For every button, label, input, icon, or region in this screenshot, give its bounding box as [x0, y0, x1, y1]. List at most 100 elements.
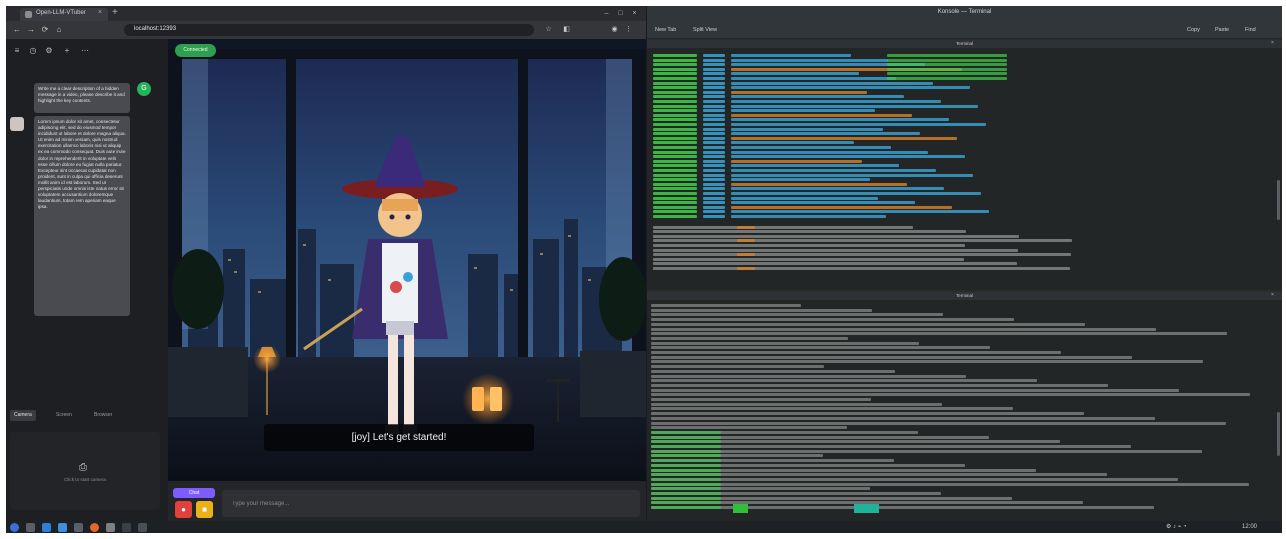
profile-icon[interactable]: ◉ [610, 25, 619, 34]
maximize-button[interactable]: □ [616, 9, 625, 18]
browser-tab[interactable]: Open-LLM-VTuber × [20, 8, 108, 21]
pane-title: Terminal [955, 41, 973, 46]
terminal-line [887, 63, 1007, 67]
terminal-line [731, 136, 957, 140]
terminal-line [703, 159, 725, 163]
terminal-line [653, 262, 1017, 266]
terminal-line [653, 127, 697, 131]
tab-screen[interactable]: Screen [52, 410, 76, 421]
terminal-line [653, 239, 1072, 243]
taskbar-app-icon[interactable] [138, 523, 147, 532]
split-view-button[interactable]: Split View [693, 25, 717, 35]
terminal-line [887, 58, 1007, 62]
find-button[interactable]: Find [1245, 25, 1256, 35]
terminal-line [731, 192, 981, 195]
new-tab-terminal-button[interactable]: New Tab [655, 25, 676, 35]
terminal-icon[interactable] [122, 523, 131, 532]
interrupt-button[interactable]: ■ [196, 501, 213, 518]
bookmark-icon[interactable]: ☆ [544, 25, 553, 34]
minimize-button[interactable]: – [602, 9, 611, 18]
terminal-line [653, 196, 697, 200]
message-input[interactable] [232, 497, 532, 510]
scrollbar[interactable] [1277, 180, 1280, 220]
message-input-box[interactable] [222, 490, 640, 517]
character-stage[interactable]: Connected [joy] Let's get started! [168, 39, 646, 481]
close-tab-icon[interactable]: × [98, 9, 102, 16]
paste-button[interactable]: Paste [1215, 25, 1229, 35]
terminal-line [731, 215, 886, 218]
taskbar-app-icon[interactable] [58, 523, 67, 532]
terminal-line [653, 109, 697, 113]
terminal-line [653, 104, 697, 108]
back-button[interactable]: ← [12, 25, 22, 35]
browser-menu-icon[interactable]: ⋮ [624, 25, 633, 34]
pane-title: Terminal [955, 293, 973, 298]
terminal-line [651, 369, 895, 373]
desktop: Open-LLM-VTuber × + – □ × ← → ⟳ ⌂ localh… [6, 6, 1282, 533]
camera-preview[interactable]: ⎙ Click to start camera [10, 432, 160, 510]
close-window-button[interactable]: × [630, 9, 639, 18]
terminal-line [731, 118, 949, 122]
taskbar-app-icon[interactable] [26, 523, 35, 532]
close-pane-icon[interactable]: × [1271, 40, 1274, 46]
address-bar[interactable]: localhost:12393 [124, 24, 534, 36]
terminal-line [703, 58, 725, 62]
pane-header: Terminal × [647, 40, 1282, 48]
terminal-line [651, 445, 721, 448]
more-icon[interactable]: ⋯ [80, 46, 90, 56]
new-tab-button[interactable]: + [112, 7, 118, 19]
terminal-line [653, 72, 697, 76]
microphone-button[interactable]: ● [175, 501, 192, 518]
system-tray-icons[interactable]: ⚙ ♪ ⌁ ◔ [1166, 523, 1187, 532]
copy-button[interactable]: Copy [1187, 25, 1200, 35]
tab-title: Open-LLM-VTuber [36, 10, 86, 16]
taskbar-app-icon[interactable] [74, 523, 83, 532]
clock[interactable]: 12:00 [1242, 523, 1257, 532]
terminal-line [703, 169, 725, 172]
terminal-line [651, 449, 721, 453]
reload-button[interactable]: ⟳ [40, 25, 50, 35]
terminal-line [703, 90, 725, 94]
forward-button[interactable]: → [26, 25, 36, 35]
terminal-line [651, 454, 721, 458]
terminal-titlebar: Konsole — Terminal [647, 6, 1282, 21]
terminal-line [731, 150, 928, 154]
terminal-pane-bottom[interactable]: Terminal × [647, 292, 1282, 521]
terminal-line [653, 169, 697, 172]
terminal-line [731, 178, 870, 182]
terminal-line [731, 182, 907, 186]
media-tabs: Camera Screen Browser [6, 409, 168, 423]
firefox-icon[interactable] [90, 523, 99, 532]
menu-icon[interactable]: ≡ [12, 46, 22, 56]
terminal-line [703, 187, 725, 191]
tab-camera[interactable]: Camera [10, 410, 36, 421]
terminal-line [653, 100, 697, 103]
history-icon[interactable]: ◷ [28, 46, 38, 56]
terminal-line [731, 132, 920, 136]
terminal-line [653, 54, 697, 57]
terminal-line [653, 67, 697, 71]
taskbar-app-icon[interactable] [106, 523, 115, 532]
terminal-line [731, 90, 867, 94]
terminal-line [651, 426, 847, 430]
scrollbar[interactable] [1277, 412, 1280, 456]
home-button[interactable]: ⌂ [54, 25, 64, 35]
terminal-pane-top[interactable]: Terminal × [647, 40, 1282, 290]
terminal-line [651, 482, 721, 486]
terminal-line [703, 164, 725, 168]
terminal-toolbar: New Tab Split View Copy Paste Find [647, 21, 1282, 39]
browser-tab-bar: Open-LLM-VTuber × + – □ × [6, 6, 646, 21]
close-pane-icon[interactable]: × [1271, 292, 1274, 298]
tab-browser[interactable]: Browser [90, 410, 116, 421]
extensions-icon[interactable]: ◧ [562, 25, 571, 34]
terminal-line [651, 365, 824, 369]
mode-button[interactable]: Chat [173, 488, 215, 498]
terminal-line [703, 63, 725, 67]
new-chat-icon[interactable]: + [62, 46, 72, 56]
terminal-line [731, 164, 899, 168]
settings-icon[interactable]: ⚙ [44, 46, 54, 56]
terminal-line [653, 118, 697, 122]
terminal-line [653, 257, 964, 261]
file-manager-icon[interactable] [42, 523, 51, 532]
start-menu-icon[interactable] [10, 523, 19, 532]
